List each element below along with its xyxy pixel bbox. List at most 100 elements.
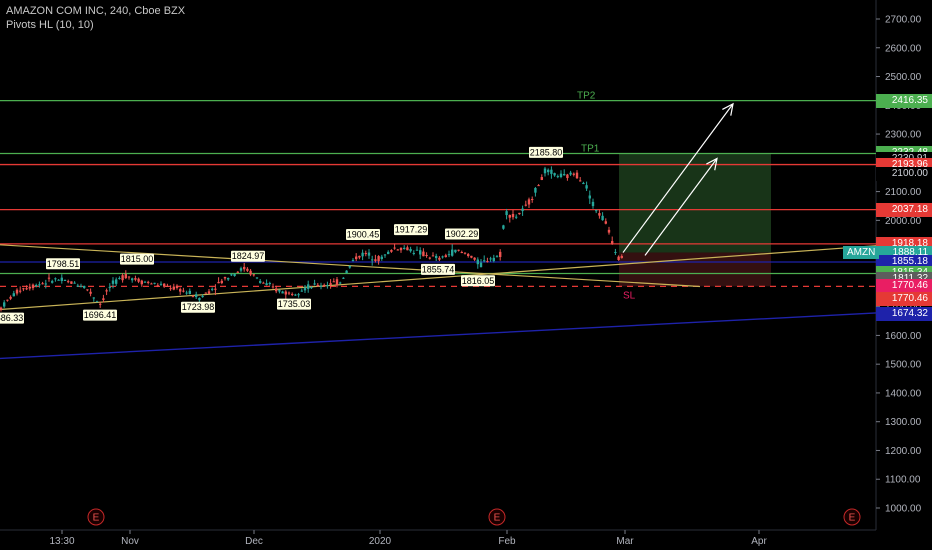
candle-body — [569, 172, 572, 175]
candle-body — [115, 279, 118, 284]
price-tick-label: 2300.00 — [885, 130, 922, 141]
chart-canvas[interactable]: 2700.002600.002500.002400.002300.002200.… — [0, 0, 932, 550]
candle-body — [444, 255, 447, 258]
candle-body — [463, 252, 467, 254]
candle-body — [121, 275, 124, 281]
candle-body — [41, 283, 44, 285]
candle-body — [15, 289, 19, 294]
candle-body — [473, 257, 476, 260]
earnings-marker-label: E — [494, 513, 501, 524]
candle-body — [300, 290, 303, 292]
candle-body — [198, 297, 201, 301]
candle-body — [239, 268, 243, 271]
candle-body — [521, 208, 524, 212]
candle-body — [553, 173, 556, 176]
candle-body — [486, 261, 489, 263]
candle-body — [195, 294, 198, 298]
candle-body — [153, 282, 156, 284]
candle-body — [233, 273, 236, 276]
candle-body — [345, 270, 348, 274]
time-tick-label: 2020 — [369, 536, 392, 547]
candle-body — [243, 266, 246, 270]
candle-body — [556, 176, 559, 178]
candle-body — [451, 249, 454, 256]
time-tick-label: Feb — [498, 536, 516, 547]
candle-body — [147, 281, 150, 283]
candle-body — [89, 291, 92, 294]
pivot-label-text: 1723.98 — [182, 302, 215, 312]
candle-body — [31, 284, 35, 289]
sl-label: SL — [623, 290, 636, 301]
candle-body — [575, 172, 579, 179]
candle-body — [499, 251, 502, 258]
candle-body — [515, 216, 518, 218]
candle-body — [86, 289, 89, 291]
candle-body — [79, 286, 83, 288]
candle-body — [511, 213, 515, 218]
time-tick-label: 13:30 — [49, 536, 74, 547]
candle-body — [73, 282, 76, 284]
candle-body — [310, 287, 313, 289]
candle-body — [83, 285, 86, 288]
candle-body — [166, 285, 169, 287]
blue-support-line[interactable] — [0, 312, 877, 360]
candle-body — [361, 252, 364, 257]
candle-body — [559, 173, 563, 178]
time-tick-label: Dec — [245, 536, 263, 547]
tp2-label: TP2 — [577, 91, 596, 102]
candle-body — [38, 284, 41, 286]
candle-body — [191, 296, 195, 298]
candle-body — [281, 291, 284, 294]
candle-body — [150, 283, 153, 285]
candle-body — [201, 295, 204, 298]
candle-body — [211, 288, 214, 290]
target-zone — [619, 153, 771, 253]
price-chart-svg[interactable]: 2700.002600.002500.002400.002300.002200.… — [0, 0, 932, 550]
candle-body — [582, 182, 585, 185]
candle-body — [377, 256, 380, 262]
candle-body — [278, 289, 281, 292]
candle-body — [265, 283, 268, 286]
candle-body — [3, 302, 6, 307]
candle-body — [457, 249, 460, 251]
price-tag: 1674.32 — [876, 307, 932, 322]
candle-body — [51, 281, 54, 283]
candle-body — [316, 284, 319, 287]
candle-body — [390, 250, 393, 252]
price-tick-label: 2700.00 — [885, 15, 922, 26]
candle-body — [483, 260, 486, 262]
earnings-marker-label: E — [849, 513, 856, 524]
price-tick-label: 1400.00 — [885, 388, 922, 399]
candle-body — [479, 262, 483, 268]
candle-body — [393, 247, 396, 249]
price-tick-label: 1300.00 — [885, 417, 922, 428]
candle-body — [246, 268, 249, 271]
candle-body — [319, 285, 323, 287]
indicator-title[interactable]: Pivots HL (10, 10) — [6, 18, 185, 32]
price-tick-label: 2500.00 — [885, 72, 922, 83]
candle-body — [275, 288, 278, 292]
candle-body — [179, 289, 182, 292]
candle-body — [537, 185, 540, 187]
candle-body — [230, 274, 233, 276]
candle-body — [447, 254, 451, 256]
candle-body — [329, 283, 332, 285]
candle-body — [563, 174, 566, 176]
pivot-label-text: 1855.74 — [422, 264, 455, 274]
candle-body — [297, 294, 300, 296]
candle-body — [617, 256, 620, 260]
candle-body — [620, 256, 623, 258]
candle-body — [419, 250, 422, 255]
symbol-title[interactable]: AMAZON COM INC, 240, Cboe BZX — [6, 4, 185, 18]
price-tick-label: 1500.00 — [885, 360, 922, 371]
candle-body — [99, 303, 102, 305]
pivot-label-text: 1900.45 — [347, 229, 380, 239]
candle-body — [204, 292, 207, 294]
candle-body — [249, 270, 252, 275]
price-tag: 1770.46 — [876, 279, 932, 294]
candle-body — [367, 252, 371, 256]
candle-body — [531, 199, 534, 201]
candle-body — [579, 180, 582, 182]
candle-body — [492, 257, 495, 262]
candle-body — [351, 260, 355, 262]
